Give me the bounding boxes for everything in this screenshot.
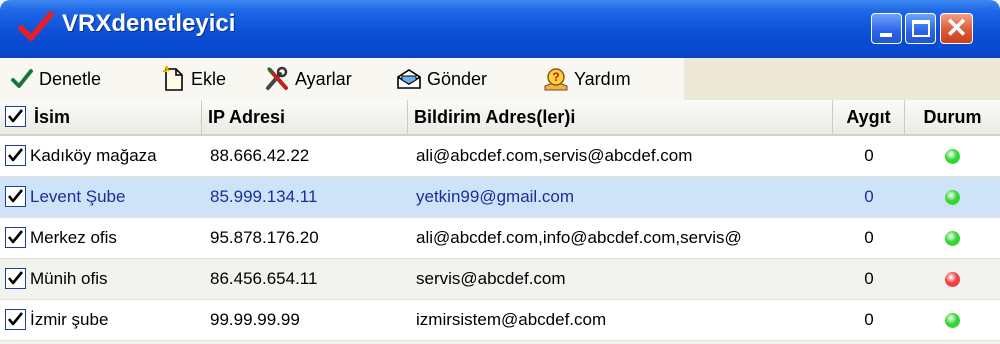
- toolbar-button-ekle[interactable]: Ekle: [162, 64, 226, 94]
- cell-emails: servis@abcdef.com: [416, 269, 566, 288]
- toolbar: Denetle Ekle Ayarlar Gönder ? Yardım: [0, 58, 1000, 101]
- toolbar-label: Ekle: [191, 68, 227, 89]
- cell-aygit: 0: [864, 269, 874, 288]
- cell-ip: 86.456.654.11: [210, 269, 318, 288]
- maximize-button[interactable]: [905, 13, 936, 44]
- toolbar-button-denetle[interactable]: Denetle: [10, 64, 101, 94]
- checkmark-icon: [7, 312, 24, 326]
- table-row[interactable]: Merkez ofis 95.878.176.20 ali@abcdef.com,i…: [0, 218, 1000, 259]
- app-window: VRXdenetleyici ✕ Denetle Ekle Ayarlar Gö…: [0, 0, 1000, 344]
- minimize-button[interactable]: [871, 13, 902, 44]
- column-header-label: İsim: [34, 107, 71, 127]
- cell-emails: ali@abcdef.com,servis@abcdef.com: [416, 146, 693, 165]
- status-indicator-icon: [945, 231, 960, 246]
- table-row[interactable]: Münih ofis 86.456.654.11 servis@abcdef.com…: [0, 259, 1000, 300]
- status-indicator-icon: [945, 272, 960, 287]
- column-header-label: IP Adresi: [208, 107, 286, 127]
- row-checkbox[interactable]: [5, 227, 26, 248]
- checkmark-icon: [7, 271, 24, 285]
- new-document-icon: [163, 66, 183, 91]
- column-header-aygit[interactable]: Aygıt: [833, 100, 905, 134]
- status-indicator-icon: [945, 313, 960, 328]
- checkmark-icon: [11, 69, 33, 88]
- toolbar-label: Yardım: [574, 68, 631, 89]
- minimize-icon: [880, 33, 892, 37]
- status-indicator-icon: [945, 149, 960, 164]
- window-title: VRXdenetleyici: [62, 10, 236, 37]
- cell-aygit: 0: [864, 146, 874, 165]
- tools-icon: [266, 66, 288, 90]
- device-grid: İsim IP Adresi Bildirim Adres(ler)i Aygı…: [0, 100, 1000, 344]
- toolbar-button-ayarlar[interactable]: Ayarlar: [264, 64, 352, 94]
- row-checkbox[interactable]: [5, 186, 26, 207]
- cell-ip: 85.999.134.11: [210, 187, 318, 206]
- grid-header: İsim IP Adresi Bildirim Adres(ler)i Aygı…: [0, 100, 1000, 136]
- column-header-isim[interactable]: İsim: [28, 100, 202, 134]
- cell-ip: 95.878.176.20: [210, 228, 319, 247]
- table-row[interactable]: Kadıköy mağaza 88.666.42.22 ali@abcdef.com…: [0, 136, 1000, 177]
- row-checkbox[interactable]: [5, 309, 26, 330]
- cell-ip: 88.666.42.22: [210, 146, 310, 165]
- cell-name: Münih ofis: [30, 269, 108, 288]
- toolbar-button-yardim[interactable]: ? Yardım: [543, 64, 631, 94]
- column-header-ip[interactable]: IP Adresi: [202, 100, 408, 134]
- maximize-icon: [912, 20, 930, 37]
- cell-name: Merkez ofis: [30, 228, 117, 247]
- cell-aygit: 0: [864, 310, 874, 329]
- status-indicator-icon: [945, 190, 960, 205]
- checkmark-icon: [7, 109, 24, 123]
- column-header-bildirim[interactable]: Bildirim Adres(ler)i: [408, 100, 833, 134]
- close-button[interactable]: ✕: [940, 13, 973, 44]
- table-row[interactable]: Levent Şube 85.999.134.11 yetkin99@gmail.c…: [0, 177, 1000, 218]
- cell-name: İzmir şube: [30, 310, 109, 329]
- cell-emails: ali@abcdef.com,info@abcdef.com,servis@: [416, 228, 742, 247]
- cell-ip: 99.99.99.99: [210, 310, 300, 329]
- checkmark-icon: [7, 189, 24, 203]
- svg-text:?: ?: [552, 70, 559, 84]
- column-header-label: Aygıt: [846, 107, 891, 127]
- title-bar[interactable]: VRXdenetleyici ✕: [0, 0, 1000, 58]
- table-row[interactable]: İzmir şube 99.99.99.99 izmirsistem@abcdef.…: [0, 300, 1000, 341]
- row-checkbox[interactable]: [5, 268, 26, 289]
- checkmark-icon: [7, 148, 24, 162]
- close-icon: ✕: [945, 13, 968, 43]
- toolbar-label: Denetle: [39, 68, 102, 89]
- column-header-label: Bildirim Adres(ler)i: [414, 107, 576, 127]
- toolbar-label: Ayarlar: [295, 68, 352, 89]
- cell-emails: yetkin99@gmail.com: [416, 187, 575, 206]
- toolbar-label: Gönder: [427, 68, 488, 89]
- cell-aygit: 0: [864, 187, 874, 206]
- row-checkbox[interactable]: [5, 145, 26, 166]
- cell-name: Levent Şube: [30, 187, 126, 206]
- column-header-durum[interactable]: Durum: [905, 100, 1000, 134]
- cell-aygit: 0: [864, 228, 874, 247]
- envelope-icon: [397, 69, 421, 89]
- column-header-label: Durum: [923, 107, 982, 127]
- cell-emails: izmirsistem@abcdef.com: [416, 310, 607, 329]
- checkmark-icon: [7, 230, 24, 244]
- cell-name: Kadıköy mağaza: [30, 146, 157, 165]
- toolbar-button-gonder[interactable]: Gönder: [396, 64, 487, 94]
- app-checkmark-icon: [18, 11, 54, 41]
- help-icon: ?: [544, 68, 568, 91]
- select-all-checkbox[interactable]: [5, 106, 26, 127]
